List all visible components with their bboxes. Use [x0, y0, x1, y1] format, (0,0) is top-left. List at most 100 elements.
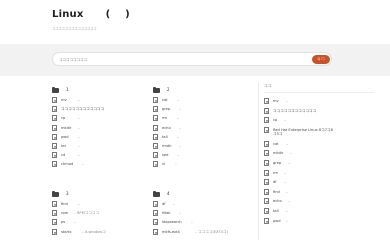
command-name[interactable]: tar — [61, 144, 66, 148]
command-name[interactable]: cd — [61, 153, 65, 157]
sidebar-item[interactable]: grep – — [264, 159, 374, 169]
command-item[interactable]: cd – — [52, 151, 144, 160]
sidebar-item[interactable]: mv – — [264, 97, 374, 107]
sidebar-item[interactable]: Red Hat Enterprise Linux 8コ7コ6コ5コ — [264, 126, 374, 140]
command-name[interactable]: pwd — [61, 135, 69, 139]
search-input[interactable] — [59, 55, 289, 64]
command-name[interactable]: sed — [162, 153, 168, 157]
command-name[interactable]: ココココココココココココ — [61, 107, 104, 112]
sidebar-item[interactable]: rm – — [264, 169, 374, 179]
document-icon — [52, 210, 57, 217]
command-name[interactable]: vi — [162, 162, 165, 166]
sidebar-item[interactable]: cat – — [264, 140, 374, 150]
command-name[interactable]: rpm — [61, 211, 68, 215]
sidebar-item-desc: – — [286, 218, 288, 223]
sidebar-item[interactable]: tail – — [264, 207, 374, 217]
command-name[interactable]: startx — [61, 230, 72, 234]
command-name[interactable]: chmod — [61, 162, 73, 166]
sidebar-item-label[interactable]: ココココココココココココ — [273, 109, 316, 114]
command-desc: – — [78, 153, 80, 158]
command-name[interactable]: fdisk — [162, 211, 171, 215]
sidebar: ココ mv – ココココココココココココ cp – Red Hat Enterpri… — [264, 84, 374, 226]
command-desc: – — [177, 134, 179, 139]
document-icon — [52, 115, 57, 122]
sidebar-item-label[interactable]: mkdir — [273, 151, 283, 155]
sidebar-item-label[interactable]: tail — [273, 209, 279, 213]
search-button[interactable]: Q ☐ — [312, 55, 330, 64]
sidebar-item[interactable]: mkdir – — [264, 149, 374, 159]
command-name[interactable]: grep — [162, 107, 170, 111]
sidebar-title: ココ — [264, 84, 374, 93]
command-item[interactable]: ココココココココココココ — [52, 105, 144, 114]
command-item[interactable]: rmdir – — [153, 142, 245, 151]
folder-icon — [153, 190, 160, 197]
command-name[interactable]: mkfs.ext4 — [162, 230, 180, 234]
sidebar-item-label[interactable]: find — [273, 190, 280, 194]
sidebar-item-desc: – — [288, 199, 290, 204]
command-group: 3 find – rpm – RPMココココ ps – startx – X-windo… — [52, 190, 144, 237]
site-title[interactable]: Linux ( ) — [52, 9, 130, 20]
document-icon — [153, 210, 158, 217]
sidebar-item-label[interactable]: rm — [273, 171, 278, 175]
command-item[interactable]: cp – — [52, 114, 144, 123]
command-item[interactable]: grep – — [153, 105, 245, 114]
sidebar-item[interactable]: cp – — [264, 116, 374, 126]
document-icon — [153, 97, 158, 103]
group-header[interactable]: 2 — [153, 86, 245, 96]
command-item[interactable]: mkfs.ext4 – ココココ(EXT4コ) — [153, 228, 253, 237]
command-item[interactable]: tail – — [153, 133, 245, 142]
sidebar-item-label[interactable]: Red Hat Enterprise Linux 8コ7コ6コ5コ — [273, 128, 333, 137]
command-item[interactable]: pwd – — [52, 133, 144, 142]
command-name[interactable]: rmdir — [162, 144, 172, 148]
command-desc: – — [78, 202, 80, 206]
command-item[interactable]: df – — [153, 200, 253, 209]
command-desc: – — [179, 211, 181, 216]
sidebar-item[interactable]: df – — [264, 178, 374, 188]
command-item[interactable]: mv – — [52, 96, 144, 105]
command-name[interactable]: rm — [162, 116, 167, 120]
command-item[interactable]: echo – — [153, 124, 245, 133]
command-item[interactable]: fdisk – — [153, 209, 253, 218]
command-item[interactable]: vi – — [153, 160, 245, 169]
sidebar-item-label[interactable]: grep — [273, 161, 281, 165]
sidebar-item-label[interactable]: echo — [273, 199, 282, 203]
command-desc: – ココココ(EXT4コ) — [195, 229, 228, 234]
command-item[interactable]: chmod – — [52, 160, 144, 169]
sidebar-item[interactable]: pwd – — [264, 217, 374, 227]
sidebar-item-label[interactable]: cp — [273, 118, 277, 122]
command-name[interactable]: tail — [162, 135, 168, 139]
document-icon — [52, 124, 57, 131]
sidebar-item[interactable]: ココココココココココココ — [264, 107, 374, 117]
command-item[interactable]: rpm – RPMココココ — [52, 209, 144, 218]
command-item[interactable]: mkdir – — [52, 124, 144, 133]
command-item[interactable]: startx – X-windowコ — [52, 228, 144, 237]
command-item[interactable]: rm – — [153, 114, 245, 123]
sidebar-item-label[interactable]: mv — [273, 99, 279, 103]
command-desc: – — [177, 116, 179, 121]
group-header[interactable]: 1 — [52, 86, 144, 96]
command-name[interactable]: cat — [162, 98, 168, 102]
command-item[interactable]: ldapsearch – — [153, 218, 253, 227]
sidebar-item[interactable]: find – — [264, 188, 374, 198]
command-item[interactable]: ps – — [52, 218, 144, 227]
command-name[interactable]: mkdir — [61, 126, 71, 130]
command-group: 4 df – fdisk – ldapsearch – mkfs.ext4 – ココココ… — [153, 190, 253, 237]
group-header[interactable]: 4 — [153, 190, 253, 200]
command-name[interactable]: find — [61, 202, 68, 206]
command-item[interactable]: cat – — [153, 96, 245, 105]
group-number: 2 — [167, 87, 170, 92]
sidebar-item[interactable]: echo – — [264, 197, 374, 207]
command-name[interactable]: echo — [162, 126, 171, 130]
command-item[interactable]: sed – — [153, 151, 245, 160]
group-header[interactable]: 3 — [52, 190, 144, 200]
command-name[interactable]: df — [162, 202, 166, 206]
sidebar-item-label[interactable]: cat — [273, 142, 279, 146]
command-name[interactable]: cp — [61, 116, 65, 120]
command-name[interactable]: ldapsearch — [162, 220, 182, 224]
command-item[interactable]: find – — [52, 200, 144, 209]
command-item[interactable]: tar – — [52, 142, 144, 151]
sidebar-item-label[interactable]: pwd — [273, 219, 281, 223]
sidebar-item-label[interactable]: df — [273, 180, 277, 184]
command-name[interactable]: ps — [61, 220, 65, 224]
command-name[interactable]: mv — [61, 98, 67, 102]
